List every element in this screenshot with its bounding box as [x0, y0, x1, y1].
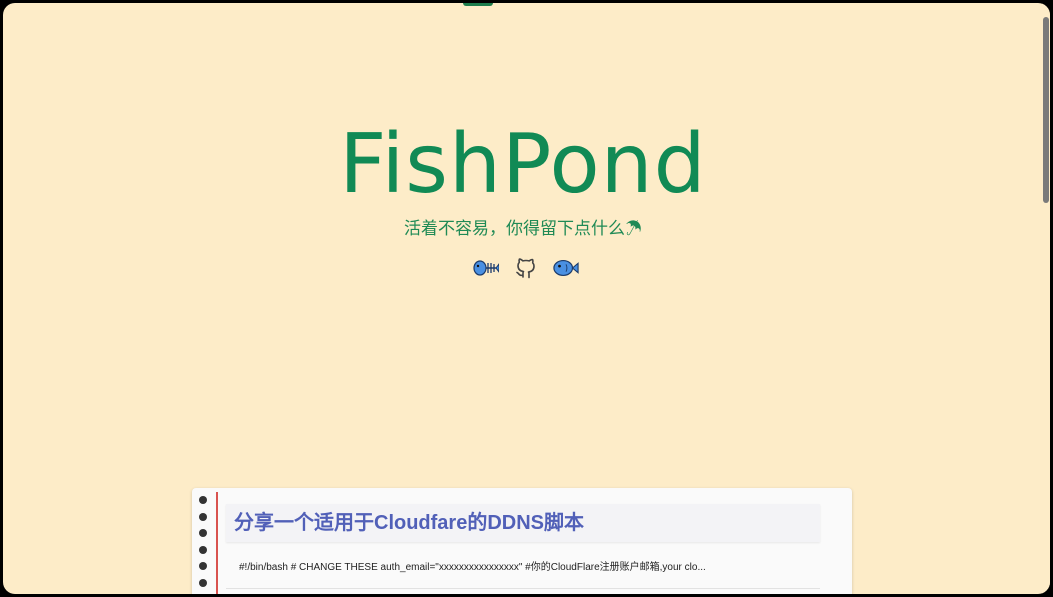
divider: [226, 588, 820, 589]
social-links: [473, 256, 579, 280]
notebook-margin-line: [216, 492, 218, 594]
notebook-hole: [199, 545, 207, 554]
post-card[interactable]: 分享一个适用于Cloudfare的DDNS脚本 #!/bin/bash # CH…: [192, 488, 852, 594]
post-title[interactable]: 分享一个适用于Cloudfare的DDNS脚本: [234, 510, 584, 536]
hero-section: FishPond 活着不容易，你得留下点什么☂: [3, 3, 1043, 303]
notebook-hole: [199, 578, 207, 587]
vertical-scrollbar[interactable]: [1042, 3, 1050, 594]
post-excerpt: #!/bin/bash # CHANGE THESE auth_email="x…: [239, 562, 706, 573]
post-title-box: 分享一个适用于Cloudfare的DDNS脚本: [226, 504, 820, 542]
notebook-hole: [199, 512, 207, 521]
site-title[interactable]: FishPond: [3, 115, 1043, 215]
github-icon[interactable]: [513, 256, 539, 280]
notebook-hole: [199, 529, 207, 537]
scrollbar-thumb[interactable]: [1043, 17, 1049, 203]
notebook-hole: [199, 496, 207, 504]
blue-fish-icon[interactable]: [553, 256, 579, 280]
fish-bone-icon[interactable]: [473, 256, 499, 280]
browser-viewport: FishPond 活着不容易，你得留下点什么☂ 分享一个适用于Cloudfare…: [3, 3, 1050, 594]
notebook-hole: [199, 562, 207, 570]
site-tagline: 活着不容易，你得留下点什么☂: [404, 219, 642, 238]
notebook-holes: [199, 496, 207, 587]
